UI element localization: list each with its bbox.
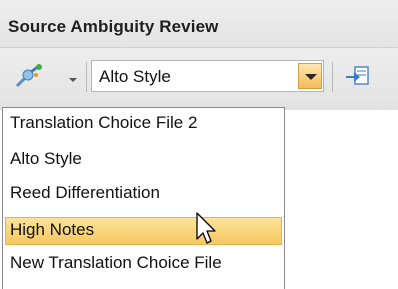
dropdown-item-selected[interactable]: High Notes bbox=[5, 217, 282, 245]
chevron-down-icon[interactable] bbox=[66, 72, 80, 82]
import-icon[interactable] bbox=[344, 62, 372, 90]
style-combo-box[interactable]: Alto Style bbox=[91, 60, 324, 92]
chevron-down-icon bbox=[305, 74, 317, 80]
dropdown-item[interactable]: Alto Style bbox=[5, 146, 282, 174]
combo-selected-value: Alto Style bbox=[99, 67, 171, 86]
toolbar-separator bbox=[86, 62, 87, 92]
dropdown-list: Translation Choice File 2 Alto Style Ree… bbox=[2, 107, 285, 289]
connect-icon[interactable] bbox=[14, 62, 46, 90]
combo-dropdown-button[interactable] bbox=[298, 63, 322, 89]
panel-header: Source Ambiguity Review bbox=[0, 0, 398, 48]
dropdown-item[interactable]: Translation Choice File 2 bbox=[5, 110, 282, 138]
panel-title: Source Ambiguity Review bbox=[8, 17, 219, 36]
dropdown-item[interactable]: Reed Differentiation bbox=[5, 180, 282, 208]
toolbar: Alto Style bbox=[0, 48, 398, 110]
dropdown-item[interactable]: New Translation Choice File bbox=[5, 250, 282, 278]
toolbar-separator bbox=[332, 62, 333, 92]
